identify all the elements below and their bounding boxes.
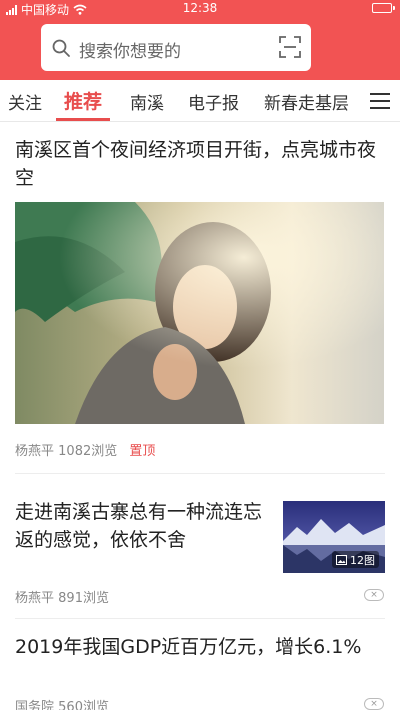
photo-count: 12图 [350, 553, 375, 567]
photo-count-badge: 12图 [332, 551, 379, 568]
dismiss-button[interactable]: × [364, 698, 384, 710]
article-meta: 国务院 560浏览 [15, 696, 109, 710]
menu-icon[interactable] [370, 93, 390, 109]
tab-recommended[interactable]: 推荐 [64, 87, 102, 114]
search-bar[interactable]: 搜索你想要的 [41, 24, 311, 71]
article-title[interactable]: 2019年我国GDP近百万亿元，增长6.1% [15, 633, 390, 661]
view-count: 1082浏览 [58, 444, 118, 459]
mountain-lake-thumbnail[interactable]: 12图 [283, 501, 385, 573]
tab-e-paper[interactable]: 电子报 [188, 89, 239, 114]
status-time: 12:38 [182, 1, 218, 15]
image-icon [336, 554, 347, 565]
active-tab-indicator [56, 118, 110, 121]
view-count: 560浏览 [58, 700, 109, 710]
battery-icon [372, 3, 395, 13]
status-bar: 中国移动 12:38 [0, 0, 400, 18]
tab-follow[interactable]: 关注 [8, 89, 42, 114]
view-count: 891浏览 [58, 591, 109, 606]
dismiss-button[interactable]: × [364, 589, 384, 601]
list-item[interactable]: 2019年我国GDP近百万亿元，增长6.1% 国务院 560浏览 × [0, 619, 400, 710]
tab-spring-festival[interactable]: 新春走基层 [264, 89, 349, 114]
search-input[interactable]: 搜索你想要的 [79, 37, 181, 62]
app-header: 中国移动 12:38 搜索你想要的 [0, 0, 400, 80]
author-name: 杨燕平 [15, 591, 55, 606]
article-title[interactable]: 走进南溪古寨总有一种流连忘返的感觉，依依不舍 [15, 498, 265, 554]
channel-tabs: 关注 推荐 南溪 电子报 新春走基层 [0, 80, 400, 122]
author-name: 杨燕平 [15, 444, 55, 459]
list-item[interactable]: 南溪区首个夜间经济项目开街，点亮城市夜空 杨燕平 1082浏览 置顶 [0, 122, 400, 474]
author-name: 国务院 [15, 700, 55, 710]
scan-icon[interactable] [279, 36, 301, 58]
status-right [372, 3, 395, 13]
tab-nanxi[interactable]: 南溪 [130, 89, 164, 114]
search-icon [52, 39, 70, 57]
list-item[interactable]: 走进南溪古寨总有一种流连忘返的感觉，依依不舍 12图 杨燕平 891浏览 × [0, 474, 400, 619]
portrait-photo[interactable] [15, 202, 384, 424]
article-title[interactable]: 南溪区首个夜间经济项目开街，点亮城市夜空 [15, 136, 390, 192]
article-meta: 杨燕平 891浏览 [15, 587, 109, 606]
pinned-badge: 置顶 [129, 444, 156, 459]
article-meta: 杨燕平 1082浏览 置顶 [15, 440, 155, 459]
